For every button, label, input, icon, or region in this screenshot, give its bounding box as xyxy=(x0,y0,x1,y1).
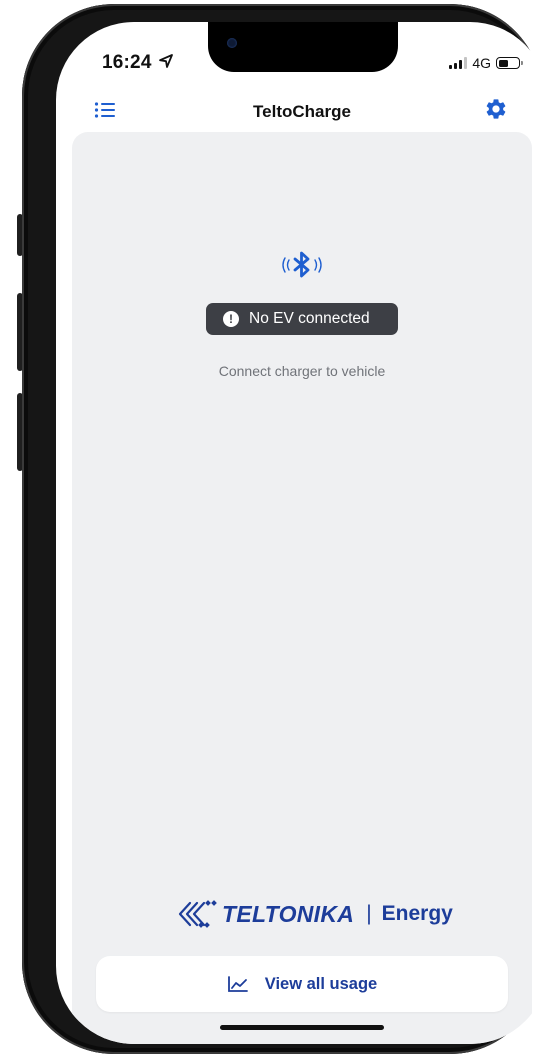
camera-icon xyxy=(227,38,237,48)
connection-status: No EV connected xyxy=(249,310,370,327)
line-chart-icon xyxy=(227,976,248,992)
network-type: 4G xyxy=(472,55,491,71)
home-indicator[interactable] xyxy=(220,1025,384,1030)
brand-separator: | xyxy=(366,902,372,925)
phone-frame: 16:24 4G TeltoCharge ! No EV connected C… xyxy=(22,4,546,1054)
status-badge: ! No EV connected xyxy=(206,303,398,335)
location-arrow-icon xyxy=(159,54,173,68)
view-usage-button[interactable]: View all usage xyxy=(96,956,508,1012)
status-indicators: 4G xyxy=(449,55,523,71)
exclamation-icon: ! xyxy=(223,311,239,327)
battery-icon xyxy=(496,57,523,69)
navigation-bar: TeltoCharge xyxy=(56,92,546,132)
connection-hint: Connect charger to vehicle xyxy=(218,363,386,379)
gear-icon[interactable] xyxy=(484,97,508,121)
brand-product: Energy xyxy=(381,902,453,925)
brand-name: TELTONIKA xyxy=(222,900,355,927)
status-time: 16:24 xyxy=(102,52,152,73)
notch xyxy=(208,22,398,72)
view-usage-label: View all usage xyxy=(264,974,378,993)
teltonika-logo-mark xyxy=(178,900,217,928)
page-title: TeltoCharge xyxy=(253,102,351,121)
main-content: ! No EV connected Connect charger to veh… xyxy=(72,132,532,1044)
brand-logo: TELTONIKA | Energy xyxy=(176,894,456,934)
battery-level xyxy=(498,59,509,67)
screen: 16:24 4G TeltoCharge ! No EV connected C… xyxy=(56,22,546,1044)
bluetooth-signal-icon xyxy=(282,251,322,278)
cellular-signal-icon xyxy=(449,57,468,69)
